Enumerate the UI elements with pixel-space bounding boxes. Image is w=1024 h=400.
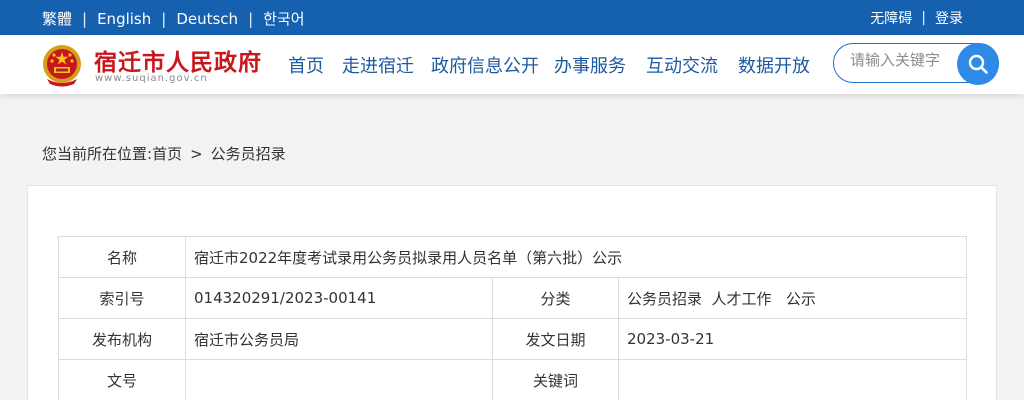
name-label: 名称 <box>58 236 186 278</box>
lang-traditional-chinese-link[interactable]: 繁體 <box>42 8 72 29</box>
nav-item-open-data[interactable]: 数据开放 <box>738 52 810 78</box>
divider: | <box>161 9 167 28</box>
keywords-label: 关键词 <box>492 359 619 400</box>
nav-item-gov-info[interactable]: 政府信息公开 <box>431 52 539 78</box>
nav-item-interaction[interactable]: 互动交流 <box>646 52 718 78</box>
language-switcher: 繁體 | English | Deutsch | 한국어 <box>42 8 305 29</box>
search-icon <box>968 54 988 74</box>
site-title[interactable]: 宿迁市人民政府 <box>94 43 262 77</box>
document-number-value <box>185 359 493 400</box>
breadcrumb: 您当前所在位置:首页 > 公务员招录 <box>42 143 286 164</box>
breadcrumb-home-link[interactable]: 首页 <box>152 145 182 163</box>
search-input[interactable] <box>850 48 960 72</box>
search-box <box>833 43 999 85</box>
category-label: 分类 <box>492 277 619 319</box>
document-info-table: 名称 宿迁市2022年度考试录用公务员拟录用人员名单（第六批）公示 索引号 01… <box>58 236 967 400</box>
lang-korean-link[interactable]: 한국어 <box>263 8 304 29</box>
accessibility-link[interactable]: 无障碍 <box>870 8 912 28</box>
login-link[interactable]: 登录 <box>935 8 963 28</box>
nav-item-about-suqian[interactable]: 走进宿迁 <box>342 52 414 78</box>
index-value: 014320291/2023-00141 <box>185 277 493 319</box>
site-header: 宿迁市人民政府 www.suqian.gov.cn 首页 走进宿迁 政府信息公开… <box>0 35 1024 94</box>
publisher-label: 发布机构 <box>58 318 186 360</box>
lang-deutsch-link[interactable]: Deutsch <box>176 10 238 28</box>
keywords-value <box>618 359 967 400</box>
table-row: 发布机构 宿迁市公务员局 发文日期 2023-03-21 <box>58 318 967 360</box>
table-row: 文号 关键词 <box>58 359 967 400</box>
national-emblem-icon <box>43 45 81 87</box>
divider: | <box>248 9 254 28</box>
publisher-value: 宿迁市公务员局 <box>185 318 493 360</box>
site-domain: www.suqian.gov.cn <box>95 73 208 84</box>
divider: | <box>921 10 926 26</box>
top-bar-utilities: 无障碍 | 登录 <box>870 8 963 28</box>
category-value: 公务员招录 人才工作 公示 <box>618 277 967 319</box>
table-row: 索引号 014320291/2023-00141 分类 公务员招录 人才工作 公… <box>58 277 967 319</box>
document-number-label: 文号 <box>58 359 186 400</box>
index-label: 索引号 <box>58 277 186 319</box>
date-value: 2023-03-21 <box>618 318 967 360</box>
date-label: 发文日期 <box>492 318 619 360</box>
main-nav: 首页 走进宿迁 政府信息公开 办事服务 互动交流 数据开放 <box>288 52 810 78</box>
lang-english-link[interactable]: English <box>97 10 151 28</box>
top-bar: 繁體 | English | Deutsch | 한국어 无障碍 | 登录 <box>0 0 1024 35</box>
breadcrumb-current-link[interactable]: 公务员招录 <box>211 145 286 163</box>
search-button[interactable] <box>957 43 999 85</box>
nav-item-home[interactable]: 首页 <box>288 52 324 78</box>
name-value: 宿迁市2022年度考试录用公务员拟录用人员名单（第六批）公示 <box>185 236 967 278</box>
breadcrumb-prefix: 您当前所在位置: <box>42 145 153 163</box>
breadcrumb-separator: > <box>190 145 203 163</box>
divider: | <box>82 9 88 28</box>
nav-item-services[interactable]: 办事服务 <box>554 52 626 78</box>
table-row: 名称 宿迁市2022年度考试录用公务员拟录用人员名单（第六批）公示 <box>58 236 967 278</box>
